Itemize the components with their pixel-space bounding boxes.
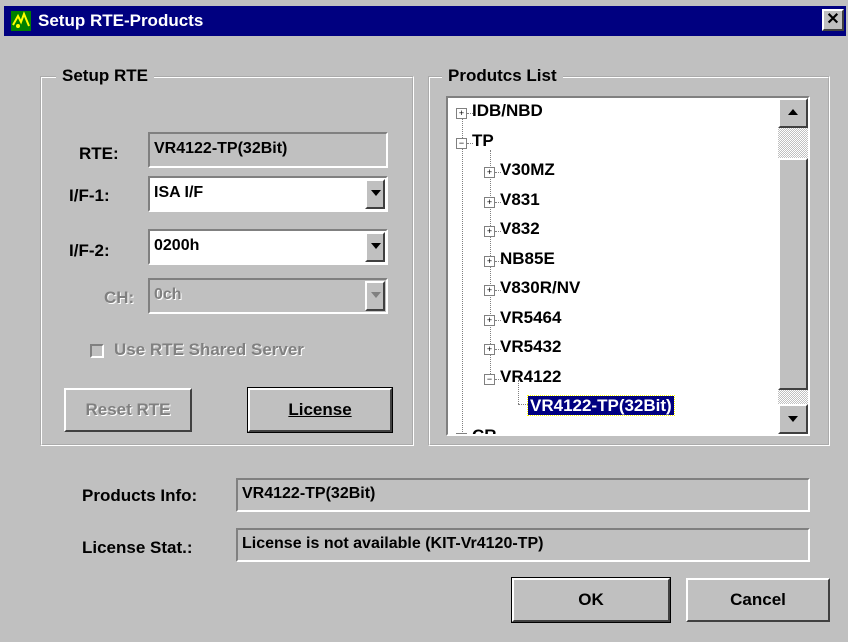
reset-rte-button[interactable]: Reset RTE [64,388,192,432]
expand-icon[interactable]: + [484,196,495,208]
collapse-icon[interactable]: − [484,373,495,385]
if2-dropdown-button[interactable] [365,232,385,262]
rte-value: VR4122-TP(32Bit) [154,140,288,157]
chevron-down-icon [371,243,381,249]
tree-item[interactable]: IDB/NBD [472,101,543,121]
ok-button[interactable]: OK [512,578,670,622]
if1-combobox[interactable]: ISA I/F [148,176,388,212]
scroll-down-button[interactable] [778,404,808,434]
tree-item[interactable]: V30MZ [500,160,555,180]
tree-item[interactable]: TP [472,131,494,151]
tree-item[interactable]: VR4122 [500,367,561,387]
expand-icon[interactable]: + [484,285,495,296]
tree-item[interactable]: VR4122-TP(32Bit) [527,395,675,416]
rte-value-field: VR4122-TP(32Bit) [148,132,388,168]
tree-item[interactable]: VR5432 [500,337,561,357]
expand-icon[interactable]: + [484,167,495,178]
app-icon [11,11,31,31]
collapse-icon[interactable]: − [456,137,467,149]
tree-item[interactable]: V830R/NV [500,278,580,298]
shared-server-checkbox[interactable] [90,344,104,358]
chevron-down-icon [788,416,798,422]
products-list-group-title: Produtcs List [442,66,563,86]
if2-label: I/F-2: [69,241,110,260]
license-stat-field: License is not available (KIT-Vr4120-TP) [236,528,810,562]
shared-server-label[interactable]: Use RTE Shared Server [114,340,304,360]
license-button[interactable]: License [248,388,392,432]
scroll-up-button[interactable] [778,98,808,128]
expand-icon[interactable]: + [484,255,495,267]
window-title: Setup RTE-Products [38,11,204,30]
if1-label: I/F-1: [69,186,110,205]
tree-item[interactable]: CR [472,426,497,435]
chevron-up-icon [788,109,798,115]
tree-item[interactable]: NB85E [500,249,555,269]
tree-item[interactable]: V831 [500,190,540,210]
setup-rte-group-title: Setup RTE [56,66,154,86]
if2-combobox[interactable]: 0200h [148,229,388,265]
close-button[interactable]: ✕ [822,9,844,31]
ch-dropdown-button[interactable] [365,281,385,311]
scroll-thumb[interactable] [778,158,808,390]
chevron-down-icon [371,190,381,196]
close-icon: ✕ [826,11,840,28]
ch-combobox[interactable]: 0ch [148,278,388,314]
tree-item[interactable]: VR5464 [500,308,561,328]
expand-icon[interactable]: + [484,314,495,326]
if1-value: ISA I/F [154,184,204,201]
expand-icon[interactable]: + [456,432,467,434]
expand-icon[interactable]: + [484,226,495,237]
setup-rte-products-dialog: Setup RTE-Products ✕ Setup RTE RTE: VR41… [0,0,848,642]
products-info-value: VR4122-TP(32Bit) [242,485,376,502]
license-stat-value: License is not available (KIT-Vr4120-TP) [242,535,544,552]
tree-item[interactable]: V832 [500,219,540,239]
license-stat-label: License Stat.: [82,538,193,557]
cancel-button[interactable]: Cancel [686,578,830,622]
products-tree-scrollbar[interactable] [778,98,808,434]
chevron-down-icon [371,292,381,298]
products-info-label: Products Info: [82,486,198,505]
products-tree[interactable]: + IDB/NBD − TP + V30MZ + V831 + V832 + NB85E + V830R/… [446,96,810,436]
ch-value: 0ch [154,286,182,303]
title-bar: Setup RTE-Products ✕ [4,6,846,36]
products-info-field: VR4122-TP(32Bit) [236,478,810,512]
if2-value: 0200h [154,237,200,254]
if1-dropdown-button[interactable] [365,179,385,209]
expand-icon[interactable]: + [484,344,495,355]
expand-icon[interactable]: + [456,108,467,119]
rte-label: RTE: [79,144,119,163]
ch-label: CH: [104,288,135,307]
